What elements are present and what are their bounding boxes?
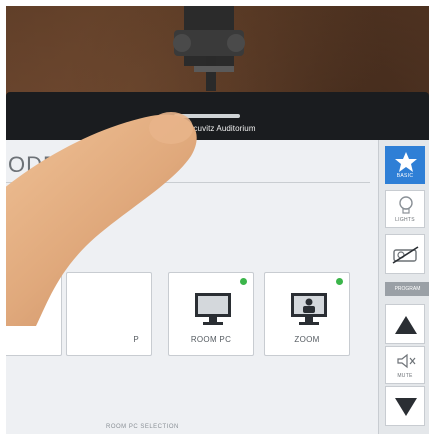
mute-button[interactable]: MUTE [385,346,425,384]
volume-up-button[interactable] [385,304,425,344]
triangle-down-icon [395,398,417,416]
photo: Marcuvitz Auditorium ODE P ROOM PC ZOOM … [6,6,429,434]
tablet-bezel: Marcuvitz Auditorium ODE P ROOM PC ZOOM … [6,92,429,434]
bottom-caption: ROOM PC SELECTION [106,424,179,430]
speaker-grille [174,114,240,118]
status-indicator [240,278,247,285]
triangle-up-icon [395,316,417,334]
video-conference-icon [291,293,327,325]
room-name: Marcuvitz Auditorium [179,124,256,133]
sidebar: BASIC LIGHTS PROGRAM MUTE [378,140,429,434]
lights-button[interactable]: LIGHTS [385,190,425,228]
source-tile-room-pc[interactable]: ROOM PC [168,272,254,356]
projector-off-icon [392,246,419,264]
source-tile-doc-cam[interactable] [6,272,62,356]
page-title: ODE [8,152,59,177]
status-indicator [336,278,343,285]
source-tile-zoom[interactable]: ZOOM [264,272,350,356]
tile-label: P [133,335,139,344]
star-icon [395,152,417,172]
volume-down-button[interactable] [385,386,425,426]
lights-label: LIGHTS [395,217,415,223]
basic-button[interactable]: BASIC [385,146,425,184]
speaker-mute-icon [397,353,416,369]
light-bulb-icon [399,196,413,214]
source-tile-laptop[interactable]: P [66,272,152,356]
tile-label: ZOOM [294,335,320,344]
monitor-icon [195,293,231,325]
program-header: PROGRAM [385,282,429,296]
document-camera-icon [9,299,31,319]
tile-label: ROOM PC [190,335,232,344]
touch-screen: ODE P ROOM PC ZOOM ROOM PC SELECTION BAS… [6,140,429,434]
title-divider [6,182,370,183]
status-indicator [48,278,55,285]
projector-off-button[interactable] [385,234,425,274]
basic-label: BASIC [396,173,414,179]
mute-label: MUTE [397,373,413,379]
mount-arm [173,6,245,91]
